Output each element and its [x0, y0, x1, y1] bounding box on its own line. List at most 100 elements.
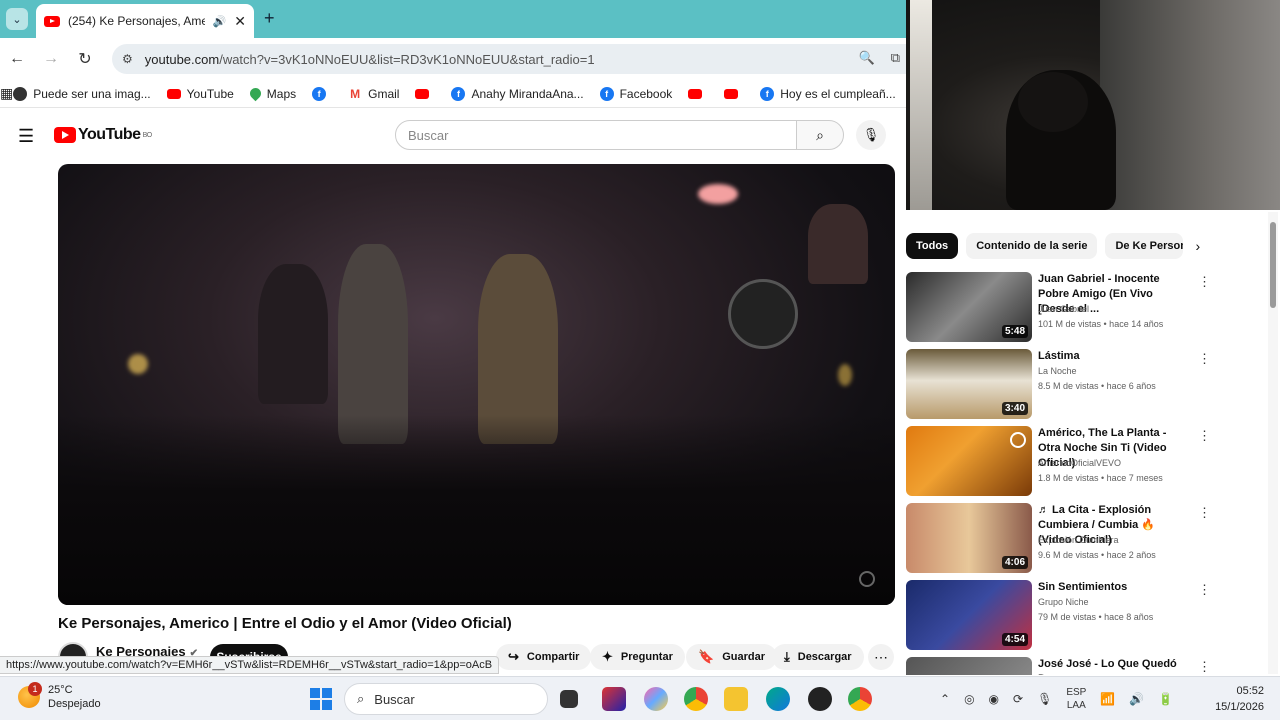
stage-light [698, 184, 738, 204]
video-thumbnail[interactable]: 3:40 [906, 349, 1032, 419]
tray-app-icon[interactable]: ◉ [989, 692, 999, 706]
watch-later-icon[interactable] [1010, 432, 1026, 448]
voice-search-button[interactable]: 🎙 [856, 120, 886, 150]
hamburger-menu-icon[interactable]: ☰ [18, 126, 34, 147]
share-icon: ↪ [508, 649, 519, 664]
microphone-icon[interactable]: 🎙 [1037, 692, 1052, 706]
copilot-icon[interactable] [644, 687, 668, 711]
video-thumbnail[interactable] [906, 657, 1032, 675]
bookmark-item[interactable]: f Hoy es el cumpleañ... [760, 86, 896, 101]
tab-search-dropdown-button[interactable]: ⌄ [6, 8, 28, 30]
volume-icon[interactable]: 🔊 [1129, 692, 1144, 706]
edge-icon[interactable] [766, 687, 790, 711]
tray-app-icon[interactable]: ◎ [964, 692, 974, 706]
rec-title[interactable]: José José - Lo Que Quedó De [1038, 657, 1188, 675]
youtube-icon [166, 88, 181, 99]
apps-grid-icon[interactable]: ▦ [0, 85, 13, 102]
language-indicator[interactable]: ESP LAA [1066, 686, 1086, 712]
youtube-logo[interactable]: YouTube BO [54, 126, 152, 144]
more-vert-icon[interactable]: ⋮ [1198, 274, 1211, 290]
bookmark-item[interactable]: f Facebook [599, 86, 672, 101]
address-bar[interactable]: ⚙ youtube.com/watch?v=3vK1oNNoEUU&list=R… [112, 44, 906, 74]
more-vert-icon[interactable]: ⋮ [1198, 505, 1211, 521]
bookmark-item[interactable]: YouTube [166, 87, 234, 101]
speaker-icon[interactable]: 🔊 [213, 15, 227, 28]
forward-button[interactable]: → [34, 50, 68, 68]
more-vert-icon[interactable]: ⋮ [1198, 351, 1211, 367]
search-input[interactable]: Buscar [395, 120, 797, 150]
bookmark-item[interactable] [688, 88, 708, 99]
rec-channel[interactable]: AmericoOficialVEVO [1038, 458, 1121, 468]
share-button[interactable]: ↪ Compartir [496, 644, 592, 670]
video-player[interactable] [58, 164, 895, 605]
share-label: Compartir [526, 651, 580, 663]
app-icon[interactable] [602, 687, 626, 711]
rec-channel[interactable]: Grupo Niche [1038, 597, 1089, 607]
reload-button[interactable]: ↻ [68, 49, 102, 69]
rec-channel[interactable]: Juan Gabriel [1038, 304, 1089, 314]
list-item[interactable]: 5:48 Juan Gabriel - Inocente Pobre Amigo… [906, 272, 1211, 342]
rec-title[interactable]: Sin Sentimientos [1038, 580, 1188, 595]
ask-button[interactable]: ✦ Preguntar [590, 644, 685, 670]
list-item[interactable]: Américo, The La Planta - Otra Noche Sin … [906, 426, 1211, 496]
video-title: Ke Personajes, Americo | Entre el Odio y… [58, 615, 512, 632]
app-icon[interactable] [808, 687, 832, 711]
site-settings-icon[interactable]: ⚙ [122, 52, 133, 66]
download-button[interactable]: ⤓ Descargar [772, 644, 864, 670]
chrome-icon[interactable] [684, 687, 708, 711]
zoom-icon[interactable]: 🔍 [859, 50, 875, 66]
bookmark-label: Hoy es el cumpleañ... [780, 86, 896, 101]
page-scrollbar[interactable] [1268, 212, 1278, 674]
search-button[interactable]: ⌕ [796, 120, 844, 150]
more-vert-icon[interactable]: ⋮ [1198, 659, 1206, 675]
chevron-right-icon[interactable]: › [1195, 238, 1200, 254]
file-explorer-icon[interactable] [724, 687, 748, 711]
more-actions-button[interactable]: ⋯ [868, 644, 894, 670]
list-item[interactable]: 4:06 ♬ La Cita - Explosión Cumbiera / Cu… [906, 503, 1211, 573]
chip-series[interactable]: Contenido de la serie [966, 233, 1098, 259]
chevron-up-icon[interactable]: ⌃ [940, 692, 950, 706]
bookmark-item[interactable] [724, 88, 744, 99]
chip-todos[interactable]: Todos [906, 233, 959, 259]
chip-channel[interactable]: De Ke Personajes [1105, 233, 1184, 259]
wifi-icon[interactable]: 📶 [1100, 692, 1115, 706]
webcam-background-wall [1100, 0, 1280, 210]
browser-tab-active[interactable]: (254) Ke Personajes, Americ 🔊 ✕ [36, 4, 254, 38]
more-vert-icon[interactable]: ⋮ [1198, 582, 1211, 598]
start-button[interactable] [310, 688, 332, 710]
video-thumbnail[interactable]: 5:48 [906, 272, 1032, 342]
bookmark-item[interactable] [415, 88, 435, 99]
list-item[interactable]: 4:54 Sin Sentimientos Grupo Niche 79 M d… [906, 580, 1211, 650]
chrome-profile-icon[interactable] [848, 687, 872, 711]
battery-icon[interactable]: 🔋 [1158, 692, 1173, 706]
close-icon[interactable]: ✕ [234, 13, 246, 30]
list-item[interactable]: 3:40 Lástima La Noche 8.5 M de vistas • … [906, 349, 1211, 419]
task-view-icon[interactable] [560, 690, 578, 708]
bookmark-item[interactable]: M Gmail [348, 86, 399, 101]
new-tab-button[interactable]: + [264, 8, 275, 29]
taskbar-search[interactable]: ⌕ Buscar [344, 683, 548, 715]
tray-app-icon[interactable]: ⟳ [1013, 692, 1023, 706]
back-button[interactable]: ← [0, 50, 34, 68]
scrollbar-thumb[interactable] [1270, 222, 1276, 308]
bookmark-item[interactable]: f [312, 86, 332, 101]
rec-title[interactable]: Lástima [1038, 349, 1188, 364]
install-app-icon[interactable]: ⧉ [891, 50, 900, 66]
weather-widget[interactable]: 1 25°C Despejado [18, 682, 101, 711]
more-vert-icon[interactable]: ⋮ [1198, 428, 1211, 444]
video-thumbnail[interactable]: 4:54 [906, 580, 1032, 650]
bookmark-item[interactable]: Maps [247, 85, 296, 102]
youtube-icon [688, 88, 703, 99]
sun-icon: 1 [18, 682, 42, 708]
rec-channel[interactable]: La Noche [1038, 366, 1077, 376]
taskbar-clock[interactable]: 05:52 15/1/2026 [1215, 683, 1264, 715]
bookmark-label: Anahy MirandaAna... [471, 86, 584, 101]
weather-temp: 25°C [48, 684, 73, 696]
bookmark-item[interactable]: f Anahy MirandaAna... [451, 86, 584, 101]
save-button[interactable]: 🔖 Guardar [686, 644, 777, 670]
bookmark-item[interactable]: Puede ser una imag... [13, 86, 151, 101]
rec-channel[interactable]: Explosión Cumbiera [1038, 535, 1119, 545]
video-thumbnail[interactable]: 4:06 [906, 503, 1032, 573]
list-item[interactable]: José José - Lo Que Quedó De ⋮ [906, 657, 1206, 675]
video-thumbnail[interactable] [906, 426, 1032, 496]
